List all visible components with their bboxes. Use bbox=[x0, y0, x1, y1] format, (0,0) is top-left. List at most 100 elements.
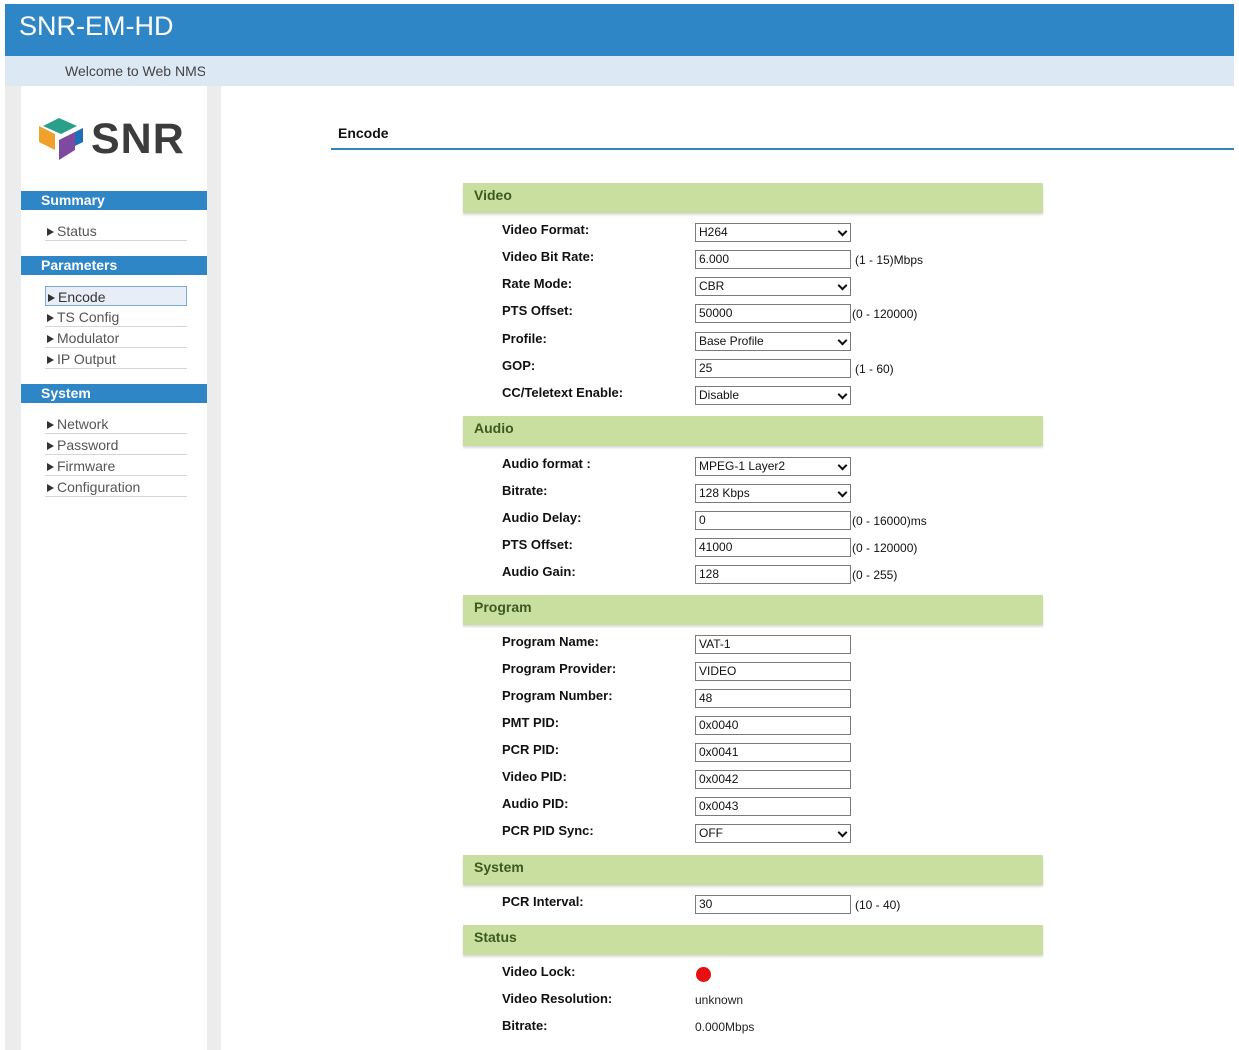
gop-input[interactable]: 25 bbox=[695, 359, 851, 378]
pmt-pid-label: PMT PID: bbox=[502, 715, 560, 730]
audio-pts-offset-label: PTS Offset: bbox=[502, 537, 573, 552]
audio-pid-label: Audio PID: bbox=[502, 796, 569, 811]
sidebar: SNR Summary Status Parameters Encode TS … bbox=[21, 86, 207, 1050]
profile-row: Profile: Base Profile bbox=[502, 331, 1042, 353]
logo-wordmark: SNR bbox=[91, 115, 185, 163]
header-bar: SNR-EM-HD bbox=[5, 4, 1234, 56]
sidebar-item-encode[interactable]: Encode bbox=[45, 286, 187, 306]
welcome-text: Welcome to Web NMS bbox=[65, 63, 205, 79]
audio-pts-offset-hint: (0 - 120000) bbox=[852, 541, 918, 555]
sidebar-item-label: TS Config bbox=[57, 309, 120, 325]
sidebar-item-password[interactable]: Password bbox=[45, 435, 187, 455]
pmt-pid-input[interactable]: 0x0040 bbox=[695, 716, 851, 735]
cc-teletext-value: Disable bbox=[699, 388, 740, 402]
audio-delay-row: Audio Delay: 0 (0 - 16000)ms bbox=[502, 510, 1042, 532]
sidebar-item-label: Encode bbox=[58, 289, 106, 305]
sidebar-item-ts-config[interactable]: TS Config bbox=[45, 307, 187, 327]
program-section-header: Program bbox=[463, 595, 1043, 625]
audio-gain-input[interactable]: 128 bbox=[695, 565, 851, 584]
page-title: Encode bbox=[338, 125, 389, 141]
sidebar-item-label: Status bbox=[57, 223, 97, 239]
profile-label: Profile: bbox=[502, 331, 547, 346]
sidebar-item-firmware[interactable]: Firmware bbox=[45, 456, 187, 476]
sidebar-item-configuration[interactable]: Configuration bbox=[45, 477, 187, 497]
audio-delay-label: Audio Delay: bbox=[502, 510, 582, 525]
video-pts-offset-input[interactable]: 50000 bbox=[695, 304, 851, 323]
audio-bitrate-label: Bitrate: bbox=[502, 483, 548, 498]
video-pid-input[interactable]: 0x0042 bbox=[695, 770, 851, 789]
sidebar-divider bbox=[207, 86, 221, 1050]
sidebar-item-label: IP Output bbox=[57, 351, 116, 367]
video-pid-label: Video PID: bbox=[502, 769, 567, 784]
sidebar-item-label: Modulator bbox=[57, 330, 120, 346]
app-title: SNR-EM-HD bbox=[19, 11, 174, 41]
sidebar-item-status[interactable]: Status bbox=[45, 221, 187, 241]
audio-gain-label: Audio Gain: bbox=[502, 564, 576, 579]
sidebar-item-network[interactable]: Network bbox=[45, 414, 187, 434]
video-lock-label: Video Lock: bbox=[502, 964, 576, 979]
audio-section-header: Audio bbox=[463, 416, 1043, 446]
audio-pts-offset-input[interactable]: 41000 bbox=[695, 538, 851, 557]
triangle-right-icon bbox=[47, 421, 54, 429]
chevron-down-icon bbox=[837, 389, 848, 400]
video-lock-indicator bbox=[696, 967, 711, 982]
video-pts-offset-row: PTS Offset: 50000 (0 - 120000) bbox=[502, 303, 1042, 325]
cc-teletext-select[interactable]: Disable bbox=[695, 386, 851, 405]
audio-format-select[interactable]: MPEG-1 Layer2 bbox=[695, 457, 851, 476]
audio-gain-row: Audio Gain: 128 (0 - 255) bbox=[502, 564, 1042, 586]
triangle-right-icon bbox=[47, 314, 54, 322]
triangle-right-icon bbox=[47, 484, 54, 492]
sidebar-item-label: Password bbox=[57, 437, 119, 453]
triangle-right-icon bbox=[47, 228, 54, 236]
audio-bitrate-select[interactable]: 128 Kbps bbox=[695, 484, 851, 503]
rate-mode-value: CBR bbox=[699, 279, 725, 293]
cc-teletext-row: CC/Teletext Enable: Disable bbox=[502, 385, 1042, 407]
video-bitrate-label: Video Bit Rate: bbox=[502, 249, 595, 264]
pcr-pid-sync-row: PCR PID Sync: OFF bbox=[502, 823, 1042, 845]
program-name-row: Program Name: VAT-1 bbox=[502, 634, 1042, 656]
snr-logo-icon bbox=[39, 118, 83, 160]
audio-delay-input[interactable]: 0 bbox=[695, 511, 851, 530]
video-lock-row: Video Lock: bbox=[502, 964, 1042, 986]
left-gutter bbox=[5, 86, 21, 1050]
program-number-label: Program Number: bbox=[502, 688, 613, 703]
title-underline bbox=[331, 148, 1234, 150]
audio-format-label: Audio format : bbox=[502, 456, 591, 471]
audio-bitrate-row: Bitrate: 128 Kbps bbox=[502, 483, 1042, 505]
pcr-pid-label: PCR PID: bbox=[502, 742, 560, 757]
audio-pts-offset-row: PTS Offset: 41000 (0 - 120000) bbox=[502, 537, 1042, 559]
system-section-header: System bbox=[463, 855, 1043, 885]
sidebar-item-modulator[interactable]: Modulator bbox=[45, 328, 187, 348]
pcr-pid-sync-label: PCR PID Sync: bbox=[502, 823, 594, 838]
video-section-header: Video bbox=[463, 183, 1043, 213]
video-pid-row: Video PID: 0x0042 bbox=[502, 769, 1042, 791]
video-format-value: H264 bbox=[699, 225, 728, 239]
video-bitrate-input[interactable]: 6.000 bbox=[695, 250, 851, 269]
pcr-pid-sync-select[interactable]: OFF bbox=[695, 824, 851, 843]
video-resolution-label: Video Resolution: bbox=[502, 991, 613, 1006]
rate-mode-select[interactable]: CBR bbox=[695, 277, 851, 296]
profile-select[interactable]: Base Profile bbox=[695, 332, 851, 351]
welcome-bar: Welcome to Web NMS bbox=[5, 56, 1234, 86]
program-provider-input[interactable]: VIDEO bbox=[695, 662, 851, 681]
pcr-interval-row: PCR Interval: 30 (10 - 40) bbox=[502, 894, 1042, 916]
video-resolution-row: Video Resolution: unknown bbox=[502, 991, 1042, 1013]
program-number-input[interactable]: 48 bbox=[695, 689, 851, 708]
sidebar-item-ip-output[interactable]: IP Output bbox=[45, 349, 187, 369]
video-format-select[interactable]: H264 bbox=[695, 223, 851, 242]
video-resolution-value: unknown bbox=[695, 993, 744, 1007]
program-name-input[interactable]: VAT-1 bbox=[695, 635, 851, 654]
audio-format-row: Audio format : MPEG-1 Layer2 bbox=[502, 456, 1042, 478]
sidebar-item-label: Firmware bbox=[57, 458, 116, 474]
audio-pid-input[interactable]: 0x0043 bbox=[695, 797, 851, 816]
sidebar-item-label: Configuration bbox=[57, 479, 141, 495]
pcr-pid-input[interactable]: 0x0041 bbox=[695, 743, 851, 762]
pcr-pid-row: PCR PID: 0x0041 bbox=[502, 742, 1042, 764]
pmt-pid-row: PMT PID: 0x0040 bbox=[502, 715, 1042, 737]
triangle-right-icon bbox=[47, 463, 54, 471]
video-pts-offset-hint: (0 - 120000) bbox=[852, 307, 918, 321]
chevron-down-icon bbox=[837, 335, 848, 346]
audio-pid-row: Audio PID: 0x0043 bbox=[502, 796, 1042, 818]
gop-label: GOP: bbox=[502, 358, 536, 373]
pcr-interval-input[interactable]: 30 bbox=[695, 895, 851, 914]
